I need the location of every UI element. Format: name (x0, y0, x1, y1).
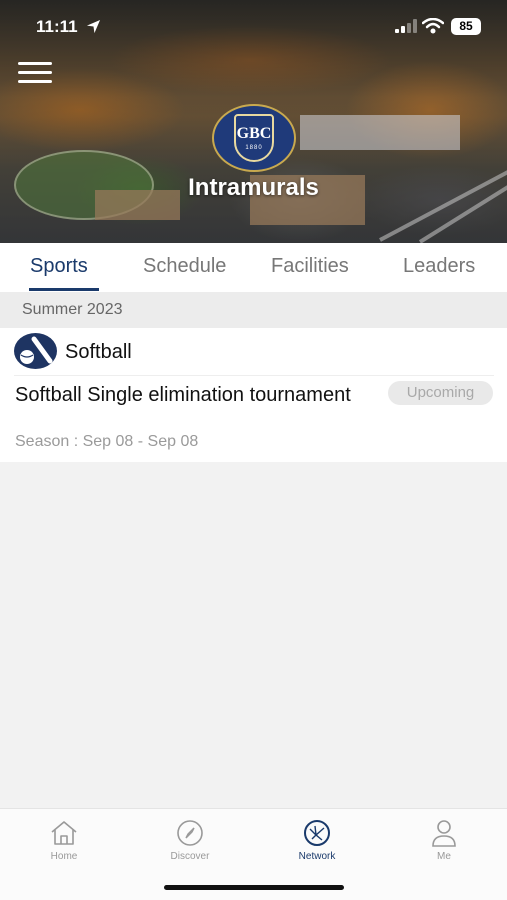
cellular-signal-icon (395, 19, 417, 33)
home-icon (51, 821, 77, 845)
status-badge: Upcoming (388, 381, 493, 405)
tab-facilities[interactable]: Facilities (271, 255, 349, 278)
battery-indicator: 85 (451, 18, 481, 35)
tab-sports[interactable]: Sports (30, 255, 88, 278)
sport-card[interactable]: Softball Softball Single elimination tou… (0, 328, 507, 462)
building-graphic (300, 115, 460, 150)
nav-discover[interactable]: Discover (145, 819, 235, 862)
home-indicator (164, 885, 344, 890)
tab-leaders[interactable]: Leaders (403, 255, 475, 278)
nav-network-label: Network (298, 851, 336, 862)
league-title[interactable]: Softball Single elimination tournament (15, 382, 355, 408)
college-logo: GBC 1880 (212, 104, 296, 172)
nav-me-label: Me (437, 851, 451, 862)
shield-icon: GBC 1880 (234, 114, 274, 162)
card-divider (14, 375, 494, 376)
season-label: Summer 2023 (22, 301, 123, 318)
tab-schedule[interactable]: Schedule (143, 255, 226, 278)
softball-icon (14, 333, 57, 369)
compass-icon (177, 820, 203, 846)
nav-home[interactable]: Home (19, 819, 109, 862)
wifi-icon (422, 18, 444, 34)
nav-discover-label: Discover (170, 851, 210, 862)
location-arrow-icon (86, 19, 101, 34)
network-icon (304, 820, 330, 846)
nav-home-label: Home (50, 851, 78, 862)
logo-year: 1880 (245, 145, 263, 151)
active-tab-indicator (29, 288, 99, 291)
season-dates: Season : Sep 08 - Sep 08 (15, 433, 199, 450)
status-bar: 11:11 85 (0, 0, 507, 54)
nav-network[interactable]: Network (272, 819, 362, 862)
sport-name: Softball (65, 341, 132, 363)
status-time: 11:11 (36, 17, 78, 36)
logo-abbreviation: GBC (236, 125, 272, 142)
menu-icon[interactable] (18, 62, 52, 86)
nav-me[interactable]: Me (399, 819, 489, 862)
season-header: Summer 2023 (0, 292, 507, 328)
tab-bar: Sports Schedule Facilities Leaders (0, 243, 507, 292)
person-icon (432, 820, 456, 847)
page-title: Intramurals (188, 174, 319, 201)
